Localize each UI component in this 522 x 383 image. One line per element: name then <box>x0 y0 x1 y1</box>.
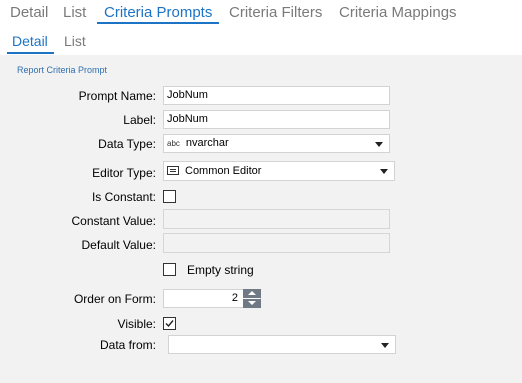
abc-type-icon: abc <box>167 139 180 148</box>
tab-criteria-mappings[interactable]: Criteria Mappings <box>339 4 457 21</box>
data-from-label: Data from: <box>99 338 156 352</box>
editor-type-value: Common Editor <box>185 165 262 177</box>
subtab-list[interactable]: List <box>64 33 86 49</box>
editor-icon <box>167 166 179 175</box>
order-on-form-label: Order on Form: <box>73 292 156 306</box>
visible-label: Visible: <box>117 317 156 331</box>
data-from-select[interactable] <box>168 335 396 354</box>
arrow-up-icon <box>248 291 256 295</box>
chevron-down-icon <box>375 142 383 147</box>
stepper-buttons <box>243 289 261 308</box>
tab-criteria-filters[interactable]: Criteria Filters <box>229 4 322 21</box>
data-type-select[interactable]: abc nvarchar <box>163 134 390 153</box>
label-label: Label: <box>123 113 156 127</box>
order-on-form-stepper[interactable]: 2 <box>163 289 261 308</box>
chevron-down-icon <box>380 169 388 174</box>
prompt-name-input[interactable]: JobNum <box>163 86 390 105</box>
tab-active-indicator <box>97 22 219 24</box>
subtab-active-indicator <box>7 52 54 54</box>
prompt-name-label: Prompt Name: <box>78 89 156 103</box>
tab-detail[interactable]: Detail <box>10 4 48 21</box>
stepper-up-button[interactable] <box>243 289 261 298</box>
tab-list[interactable]: List <box>63 4 86 21</box>
is-constant-label: Is Constant: <box>91 190 156 204</box>
editor-type-select[interactable]: Common Editor <box>163 161 395 181</box>
visible-checkbox[interactable] <box>163 317 176 330</box>
empty-string-label: Empty string <box>187 263 254 277</box>
label-input[interactable]: JobNum <box>163 110 390 129</box>
section-title: Report Criteria Prompt <box>17 65 108 75</box>
order-on-form-value: 2 <box>231 292 238 304</box>
empty-string-checkbox[interactable] <box>163 263 176 276</box>
checkmark-icon <box>165 320 174 328</box>
main-tab-bar: Detail List Criteria Prompts Criteria Fi… <box>0 0 522 27</box>
default-value-label: Default Value: <box>81 238 157 252</box>
chevron-down-icon <box>381 343 389 348</box>
subtab-detail[interactable]: Detail <box>12 33 48 49</box>
criteria-prompt-panel: Report Criteria Prompt Prompt Name: JobN… <box>0 55 522 383</box>
data-type-label: Data Type: <box>98 137 156 151</box>
is-constant-checkbox[interactable] <box>163 190 176 203</box>
stepper-down-button[interactable] <box>243 299 261 308</box>
tab-criteria-prompts[interactable]: Criteria Prompts <box>104 4 212 21</box>
arrow-down-icon <box>248 301 256 305</box>
data-type-value: nvarchar <box>185 137 229 149</box>
constant-value-input[interactable] <box>163 209 390 229</box>
editor-type-label: Editor Type: <box>92 166 156 180</box>
sub-tab-bar: Detail List <box>0 27 522 55</box>
constant-value-label: Constant Value: <box>71 214 157 228</box>
default-value-input[interactable] <box>163 233 390 253</box>
